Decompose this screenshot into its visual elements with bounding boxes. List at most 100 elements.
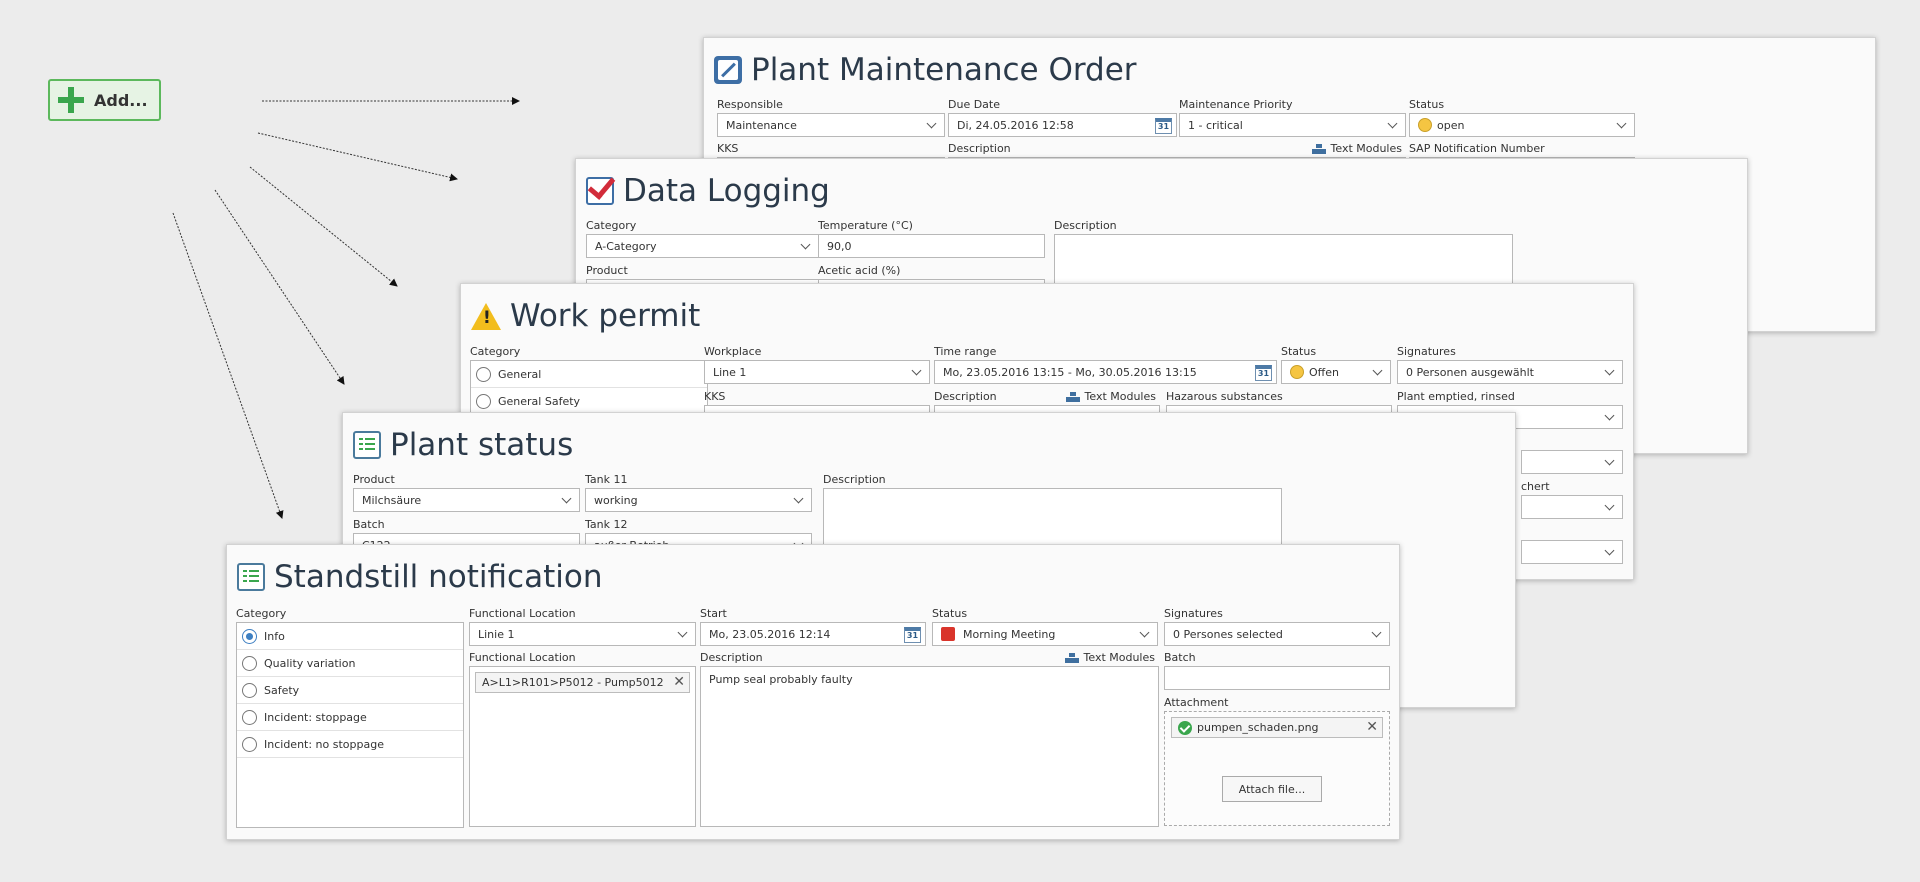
pmo-responsible-label: Responsible — [717, 98, 783, 111]
wp-workplace-select[interactable]: Line 1 — [704, 360, 930, 384]
wp-plant-emptied-label: Plant emptied, rinsed — [1397, 390, 1515, 403]
wp-signatures-select[interactable]: 0 Personen ausgewählt — [1397, 360, 1623, 384]
calendar-icon[interactable]: 31 — [904, 627, 921, 643]
sn-functional-location2-box[interactable]: A>L1>R101>P5012 - Pump5012 ✕ — [469, 666, 696, 827]
dl-temperature-label: Temperature (°C) — [818, 219, 913, 232]
ps-title: Plant status — [353, 427, 573, 463]
ps-tank12-label: Tank 12 — [585, 518, 628, 531]
sn-category-quality-variation[interactable]: Quality variation — [237, 650, 463, 677]
text-modules-button[interactable]: Text Modules — [1311, 142, 1402, 155]
wp-workplace-label: Workplace — [704, 345, 762, 358]
dl-title: Data Logging — [586, 173, 830, 209]
arrow-to-data-logging — [257, 132, 458, 182]
wp-time-range-label: Time range — [934, 345, 997, 358]
status-dot-icon — [1290, 365, 1304, 379]
sn-functional-location-label: Functional Location — [469, 607, 576, 620]
dl-product-label: Product — [586, 264, 628, 277]
wp-select-row5[interactable] — [1521, 540, 1623, 564]
sn-category-label: Category — [236, 607, 287, 620]
arrow-to-work-permit — [249, 166, 398, 287]
sn-signatures-select[interactable]: 0 Persones selected — [1164, 622, 1390, 646]
radio-icon[interactable] — [242, 736, 257, 752]
checkbox-icon — [586, 177, 614, 205]
list-icon — [237, 563, 265, 591]
sn-start-label: Start — [700, 607, 727, 620]
add-button-label: Add... — [94, 90, 148, 110]
attachment-file: pumpen_schaden.png ✕ — [1171, 717, 1383, 738]
sn-category-list: Info Quality variation Safety Incident: … — [236, 622, 464, 828]
remove-tag-icon[interactable]: ✕ — [673, 674, 685, 690]
pmo-due-date-label: Due Date — [948, 98, 1000, 111]
sn-status-select[interactable]: Morning Meeting — [932, 622, 1158, 646]
pmo-priority-select[interactable]: 1 - critical — [1179, 113, 1406, 137]
radio-icon[interactable] — [476, 393, 491, 409]
wp-select-row3[interactable] — [1521, 450, 1623, 474]
wp-category-general[interactable]: General — [471, 361, 707, 388]
pmo-kks-label: KKS — [717, 142, 739, 155]
wp-category-list: General General Safety — [470, 360, 708, 415]
ps-tank11-label: Tank 11 — [585, 473, 628, 486]
pmo-title: Plant Maintenance Order — [714, 52, 1137, 88]
radio-icon[interactable] — [242, 655, 257, 671]
ps-description-label: Description — [823, 473, 886, 486]
attach-file-button[interactable]: Attach file... — [1222, 776, 1322, 802]
wp-status-label: Status — [1281, 345, 1317, 358]
text-modules-icon — [1064, 652, 1079, 663]
dl-temperature-input[interactable]: 90,0 — [818, 234, 1045, 258]
sn-category-safety[interactable]: Safety — [237, 677, 463, 704]
sn-attachment-label: Attachment — [1164, 696, 1229, 709]
dl-acetic-label: Acetic acid (%) — [818, 264, 901, 277]
sn-start-input[interactable]: Mo, 23.05.2016 12:14 31 — [700, 622, 926, 646]
sn-functional-location2-label: Functional Location — [469, 651, 576, 664]
wp-hazardous-label: Hazarous substances — [1166, 390, 1283, 403]
wrench-icon — [714, 56, 742, 84]
pmo-responsible-select[interactable]: Maintenance — [717, 113, 945, 137]
dl-category-select[interactable]: A-Category — [586, 234, 819, 258]
dl-description-label: Description — [1054, 219, 1117, 232]
sn-category-incident-no-stoppage[interactable]: Incident: no stoppage — [237, 731, 463, 758]
text-modules-button[interactable]: Text Modules — [1064, 651, 1155, 664]
wp-select-row4[interactable] — [1521, 495, 1623, 519]
wp-status-select[interactable]: Offen — [1281, 360, 1391, 384]
sn-category-incident-stoppage[interactable]: Incident: stoppage — [237, 704, 463, 731]
radio-icon[interactable] — [242, 682, 257, 698]
ps-batch-label: Batch — [353, 518, 385, 531]
radio-icon[interactable] — [242, 709, 257, 725]
calendar-icon[interactable]: 31 — [1155, 118, 1172, 134]
calendar-icon[interactable]: 31 — [1255, 365, 1272, 381]
functional-location-tag: A>L1>R101>P5012 - Pump5012 ✕ — [475, 672, 690, 693]
wp-attachment-label-partial: chert — [1521, 480, 1550, 493]
sn-batch-input[interactable] — [1164, 666, 1390, 690]
wp-time-range-input[interactable]: Mo, 23.05.2016 13:15 - Mo, 30.05.2016 13… — [934, 360, 1277, 384]
sn-title: Standstill notification — [237, 559, 602, 595]
ps-product-label: Product — [353, 473, 395, 486]
wp-category-general-safety[interactable]: General Safety — [471, 388, 707, 415]
ps-product-select[interactable]: Milchsäure — [353, 488, 580, 512]
remove-attachment-icon[interactable]: ✕ — [1366, 719, 1378, 735]
arrow-to-standstill — [172, 212, 284, 519]
radio-selected-icon[interactable] — [242, 628, 257, 644]
dl-category-label: Category — [586, 219, 637, 232]
sn-batch-label: Batch — [1164, 651, 1196, 664]
list-icon — [353, 431, 381, 459]
sn-functional-location-select[interactable]: Linie 1 — [469, 622, 696, 646]
wp-category-label: Category — [470, 345, 521, 358]
standstill-notification-panel: Standstill notification Category Info Qu… — [226, 544, 1400, 840]
sn-category-info[interactable]: Info — [237, 623, 463, 650]
add-button[interactable]: Add... — [48, 79, 161, 121]
pmo-due-date-input[interactable]: Di, 24.05.2016 12:58 31 — [948, 113, 1177, 137]
check-icon — [1178, 720, 1192, 735]
pmo-sap-label: SAP Notification Number — [1409, 142, 1545, 155]
status-dot-icon — [1418, 118, 1432, 132]
text-modules-icon — [1065, 391, 1080, 402]
attachment-dropzone[interactable]: pumpen_schaden.png ✕ Attach file... — [1164, 711, 1390, 826]
sn-description-input[interactable]: Pump seal probably faulty — [700, 666, 1159, 827]
ps-tank11-select[interactable]: working — [585, 488, 812, 512]
text-modules-button[interactable]: Text Modules — [1065, 390, 1156, 403]
radio-icon[interactable] — [476, 366, 491, 382]
arrow-to-plant-status — [214, 189, 345, 385]
warning-icon — [471, 302, 501, 330]
flag-icon — [941, 627, 955, 641]
pmo-status-select[interactable]: open — [1409, 113, 1635, 137]
sn-signatures-label: Signatures — [1164, 607, 1223, 620]
